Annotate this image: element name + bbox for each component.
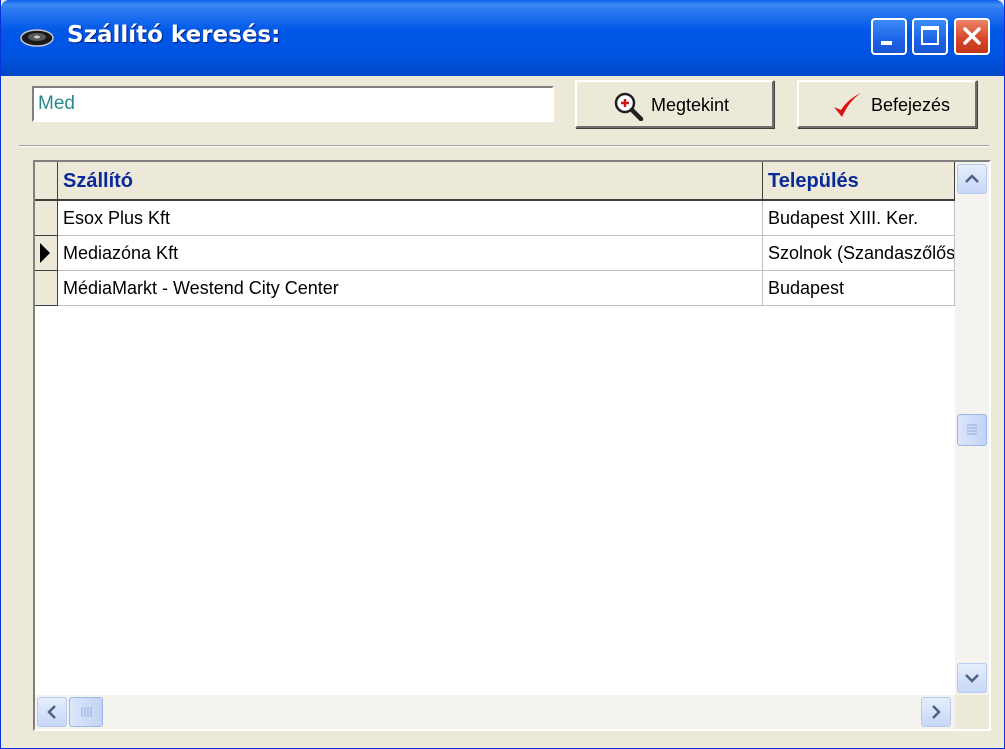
scroll-right-button[interactable] — [921, 697, 951, 727]
window-title: Szállító keresés: — [67, 22, 281, 48]
table-row-supplier[interactable]: Esox Plus Kft — [58, 201, 763, 236]
minimize-button[interactable] — [871, 18, 907, 55]
grip-lines-icon — [81, 707, 92, 717]
table-row-supplier[interactable]: MédiaMarkt - Westend City Center — [58, 271, 763, 306]
finish-button-label: Befejezés — [871, 95, 951, 115]
horizontal-scrollbar[interactable] — [35, 695, 955, 729]
table-row-supplier[interactable]: Mediazóna Kft — [58, 236, 763, 271]
grid-header-corner — [35, 162, 58, 201]
table-row-city[interactable]: Szolnok (Szandaszőlős) — [763, 236, 955, 271]
view-button[interactable]: Megtekint — [575, 80, 774, 128]
current-row-arrow-icon — [40, 243, 50, 263]
table-row-city[interactable]: Budapest — [763, 271, 955, 306]
toolbar-divider — [19, 145, 989, 147]
close-button[interactable] — [954, 18, 990, 55]
chevron-right-icon — [932, 705, 941, 719]
chevron-up-icon — [965, 174, 979, 183]
row-indicator[interactable] — [35, 201, 58, 236]
title-bar[interactable]: Szállító keresés: — [1, 0, 1004, 76]
scroll-down-button[interactable] — [957, 663, 987, 693]
horizontal-scroll-thumb[interactable] — [69, 697, 103, 727]
vertical-scroll-thumb[interactable] — [957, 413, 987, 446]
finish-button[interactable]: Befejezés — [797, 80, 977, 128]
grip-lines-icon — [967, 424, 977, 434]
row-indicator-current[interactable] — [35, 236, 58, 271]
scroll-left-button[interactable] — [37, 697, 67, 727]
close-icon — [963, 27, 981, 45]
chevron-down-icon — [965, 674, 979, 683]
column-header-supplier[interactable]: Szállító — [58, 162, 763, 201]
supplier-search-input[interactable] — [32, 86, 554, 122]
row-indicator[interactable] — [35, 271, 58, 306]
view-button-label: Megtekint — [651, 95, 730, 115]
minimize-icon — [881, 41, 892, 45]
vertical-scrollbar[interactable] — [955, 162, 989, 695]
supplier-search-window: Szállító keresés: Megtekint Befejezés Sz… — [0, 0, 1005, 749]
tape-reel-icon — [20, 29, 54, 47]
supplier-grid[interactable]: Szállító Település Esox Plus Kft Budapes… — [33, 160, 991, 731]
maximize-icon — [921, 26, 939, 45]
scrollbar-corner — [955, 695, 989, 729]
chevron-left-icon — [47, 705, 56, 719]
maximize-button[interactable] — [912, 18, 948, 55]
checkmark-icon — [834, 93, 861, 117]
scroll-up-button[interactable] — [957, 164, 987, 194]
column-header-city[interactable]: Település — [763, 162, 955, 201]
magnifier-plus-icon — [614, 92, 644, 121]
table-row-city[interactable]: Budapest XIII. Ker. — [763, 201, 955, 236]
